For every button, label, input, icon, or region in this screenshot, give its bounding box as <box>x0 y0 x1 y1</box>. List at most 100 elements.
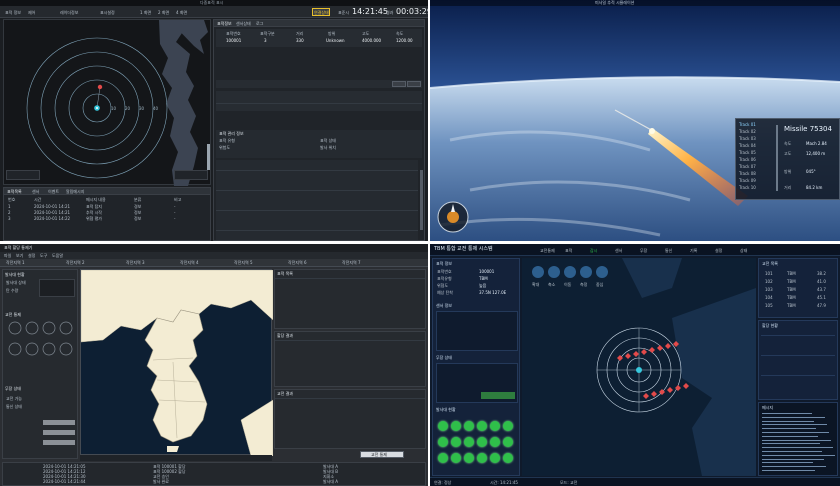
track-marker[interactable] <box>633 351 639 357</box>
launcher-status-icon[interactable] <box>464 421 474 431</box>
mode-2-screen[interactable]: 2 화면 <box>158 10 169 15</box>
td-speed: 1200.00 <box>396 38 413 43</box>
allocation-status-panel: 할당 현황 <box>758 320 838 400</box>
toolbar-item-control[interactable]: 제어 <box>28 10 35 15</box>
track-marker[interactable] <box>651 391 657 397</box>
track-item-6[interactable]: Track 06 <box>739 157 756 162</box>
q4-tab-status[interactable]: 상태 <box>740 248 747 253</box>
launcher-status-icon[interactable] <box>438 437 448 447</box>
track-marker[interactable] <box>649 347 655 353</box>
track-item-4[interactable]: Track 04 <box>739 143 756 148</box>
engagement-control-button[interactable]: 교전 통제 <box>360 451 404 458</box>
tab-sensor-status[interactable]: 센서상태 <box>236 21 251 26</box>
pan-icon[interactable] <box>564 266 576 278</box>
tab-alert[interactable]: 알림메시지 <box>66 189 84 194</box>
zoom-slider[interactable] <box>207 144 210 170</box>
right-panel-scrollbar[interactable] <box>420 170 423 230</box>
measure-icon[interactable] <box>580 266 592 278</box>
launcher-status-icon[interactable] <box>464 437 474 447</box>
track-item-2[interactable]: Track 02 <box>739 129 756 134</box>
launcher-status-icon[interactable] <box>490 421 500 431</box>
radar-scope[interactable]: 10 20 30 40 <box>3 19 211 186</box>
launcher-status-icon[interactable] <box>490 453 500 463</box>
menu-tools[interactable]: 도구 <box>40 253 47 258</box>
tab-target-list[interactable]: 표적목록 <box>7 189 22 194</box>
tab-event[interactable]: 이벤트 <box>48 189 59 194</box>
menu-file[interactable]: 파일 <box>4 253 11 258</box>
tab-area-5[interactable]: 작전지역 5 <box>234 260 253 265</box>
tab-area-2[interactable]: 작전지역 2 <box>66 260 85 265</box>
q4-radar-map[interactable]: 확대 축소 이동 측정 중심 <box>522 258 756 476</box>
track-marker[interactable] <box>665 343 671 349</box>
row-impact-value: 37.5N 127.0E <box>479 290 507 295</box>
launcher-status-icon[interactable] <box>477 453 487 463</box>
track-item-8[interactable]: Track 08 <box>739 171 756 176</box>
track-marker[interactable] <box>643 393 649 399</box>
td-target-no[interactable]: 100001 <box>226 38 241 43</box>
tab-area-4[interactable]: 작전지역 4 <box>180 260 199 265</box>
q4-tab-surveillance[interactable]: 감시 <box>590 248 597 253</box>
launcher-status-icon[interactable] <box>451 421 461 431</box>
q4-own-position[interactable] <box>636 367 642 373</box>
korea-map[interactable] <box>80 269 274 457</box>
q4-tab-target[interactable]: 표적 <box>565 248 572 253</box>
q4-tab-sensor[interactable]: 센서 <box>615 248 622 253</box>
clear-button[interactable] <box>407 81 421 87</box>
track-item-10[interactable]: Track 10 <box>739 185 756 190</box>
mode-4-screen[interactable]: 4 화면 <box>176 10 187 15</box>
toolbar-item-radar[interactable]: 레이더정보 <box>60 10 78 15</box>
apply-button[interactable] <box>392 81 406 87</box>
tab-area-6[interactable]: 작전지역 6 <box>288 260 307 265</box>
launcher-status-icon[interactable] <box>490 437 500 447</box>
zoom-out-icon[interactable] <box>548 266 560 278</box>
track-list-scrollbar[interactable] <box>776 125 778 191</box>
launcher-status-icon[interactable] <box>438 421 448 431</box>
launcher-status-icon[interactable] <box>451 437 461 447</box>
track-marker[interactable] <box>667 387 673 393</box>
toolbar-item-target-info[interactable]: 표적 정보 <box>5 10 21 15</box>
track-marker[interactable] <box>625 353 631 359</box>
menu-help[interactable]: 도움말 <box>52 253 63 258</box>
tab-area-3[interactable]: 작전지역 3 <box>126 260 145 265</box>
launcher-status-icon[interactable] <box>464 453 474 463</box>
launcher-status-icon[interactable] <box>438 453 448 463</box>
track-item-1[interactable]: Track 01 <box>739 122 756 127</box>
compass-icon[interactable] <box>436 200 470 234</box>
zoom-in-icon[interactable] <box>532 266 544 278</box>
q4-tab-comm[interactable]: 통신 <box>665 248 672 253</box>
tab-sensor[interactable]: 센서 <box>32 189 39 194</box>
log-line <box>762 435 818 437</box>
mode-1-screen[interactable]: 1 화면 <box>140 10 151 15</box>
q4-tab-weapon[interactable]: 무장 <box>640 248 647 253</box>
launcher-status-icon[interactable] <box>503 437 513 447</box>
target-red-marker[interactable] <box>97 84 103 90</box>
launcher-status-icon[interactable] <box>503 453 513 463</box>
toolbar-item-display[interactable]: 표시설정 <box>100 10 115 15</box>
q4-tab-settings[interactable]: 설정 <box>715 248 722 253</box>
launcher-status-icon[interactable] <box>477 437 487 447</box>
center-icon[interactable] <box>596 266 608 278</box>
menu-settings[interactable]: 설정 <box>28 253 35 258</box>
connection-status-button[interactable]: 연결상태 <box>312 8 330 16</box>
tab-log[interactable]: 로그 <box>256 21 263 26</box>
track-item-7[interactable]: Track 07 <box>739 164 756 169</box>
armament-ready-indicator[interactable] <box>481 392 515 399</box>
track-marker[interactable] <box>657 345 663 351</box>
track-marker[interactable] <box>641 349 647 355</box>
missile-body[interactable] <box>649 128 655 134</box>
q4-tab-control[interactable]: 교전통제 <box>540 248 555 253</box>
td-bearing: Unknown <box>326 38 345 43</box>
launcher-status-icon[interactable] <box>451 453 461 463</box>
track-item-9[interactable]: Track 09 <box>739 178 756 183</box>
launcher-status-icon[interactable] <box>503 421 513 431</box>
menu-view[interactable]: 보기 <box>16 253 23 258</box>
tab-target-info[interactable]: 표적정보 <box>217 21 232 26</box>
launcher-status-icon[interactable] <box>477 421 487 431</box>
track-item-3[interactable]: Track 03 <box>739 136 756 141</box>
q4-tab-record[interactable]: 기록 <box>690 248 697 253</box>
missile-3d-view[interactable]: 미사일 추적 시뮬레이션 Track 01 Track 02 Track 03 … <box>430 0 840 241</box>
track-item-5[interactable]: Track 05 <box>739 150 756 155</box>
track-marker[interactable] <box>683 383 689 389</box>
tab-area-7[interactable]: 작전지역 7 <box>342 260 361 265</box>
tab-area-1[interactable]: 작전지역 1 <box>6 260 25 265</box>
